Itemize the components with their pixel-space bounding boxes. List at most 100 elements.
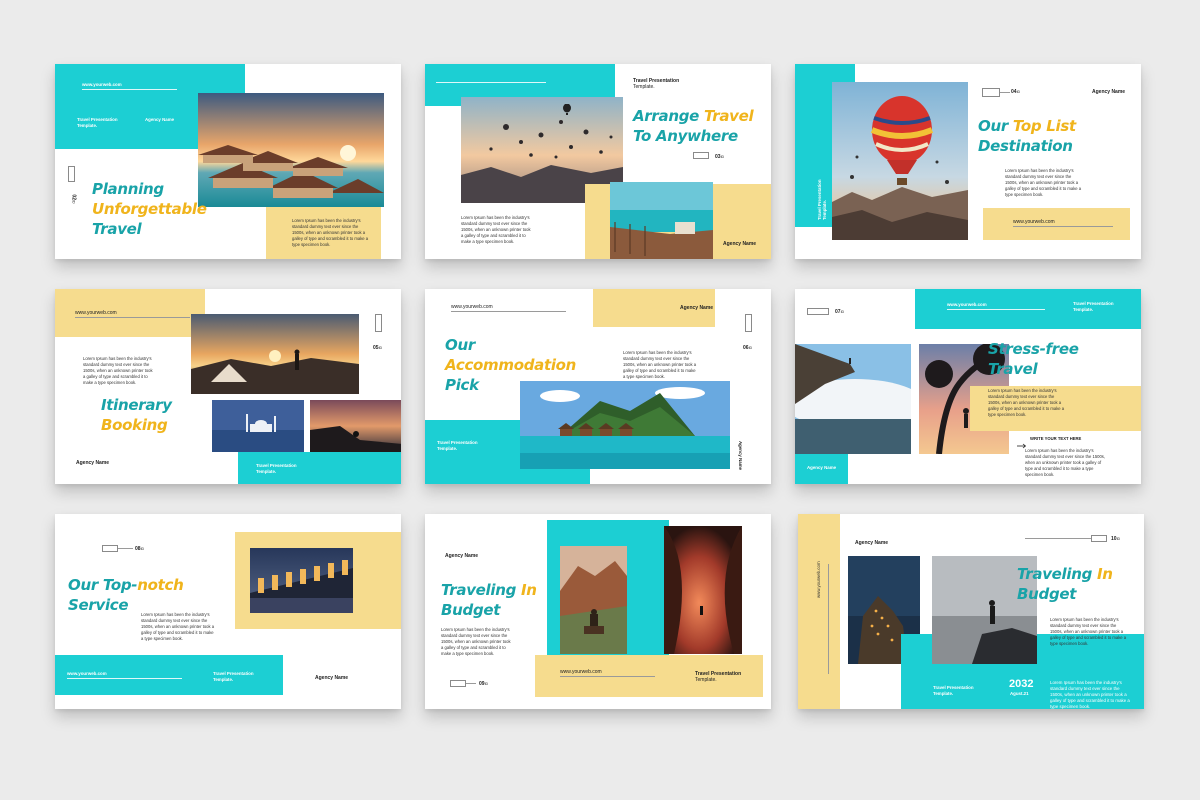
slide-1[interactable]: www.yourweb.com Travel Presentation Templ…	[55, 64, 401, 259]
decor-frame	[102, 545, 118, 552]
template-text: Travel Presentation Template.	[256, 463, 297, 474]
slide-title: Our Top-notch Service	[68, 576, 184, 614]
template-text: Travel Presentation Template.	[933, 685, 974, 696]
divider-line	[436, 82, 546, 83]
slide-title: Arrange Travel To Anywhere	[633, 107, 754, 145]
template-text: Travel Presentation Template.	[695, 671, 742, 683]
website-text: www.yourweb.com	[560, 669, 602, 675]
hot-air-balloon-photo	[832, 82, 968, 240]
decor-frame	[68, 166, 75, 182]
slide-3[interactable]: Travel Presentation Template. 04ID Agency…	[795, 64, 1141, 259]
slide-title: Traveling In Budget	[1017, 565, 1113, 603]
page-number: 07ID	[835, 309, 845, 315]
body-text: Lorem Ipsum has been the industry's stan…	[83, 356, 153, 385]
website-text: www.yourweb.com	[82, 82, 122, 87]
agency-text: Agency Name	[445, 553, 479, 559]
divider-line	[75, 317, 190, 318]
divider-line	[67, 678, 182, 679]
body-text: Lorem Ipsum has been the industry's stan…	[1025, 448, 1106, 477]
agency-text: Agency Name	[680, 305, 714, 311]
page-number: 06ID	[743, 345, 753, 351]
body-text: Lorem Ipsum has been the industry's stan…	[1050, 617, 1127, 646]
divider-line	[82, 89, 177, 90]
balloon-icon	[563, 102, 571, 115]
website-text: www.yourweb.com	[1013, 219, 1055, 225]
body-text: Lorem Ipsum has been the industry's stan…	[988, 388, 1065, 417]
slot-canyon-photo	[664, 526, 742, 654]
template-text: Travel Presentation Template.	[1073, 301, 1114, 312]
slide-6[interactable]: www.yourweb.com Travel Presentation Templ…	[795, 289, 1141, 484]
subhead-text: WRITE YOUR TEXT HERE	[1030, 436, 1082, 441]
slide-title: Itinerary Booking	[101, 396, 172, 434]
body-text: Lorem Ipsum has been the industry's stan…	[141, 612, 215, 641]
divider-line	[451, 311, 566, 312]
template-text: Travel Presentation Template.	[437, 440, 478, 451]
divider-line	[560, 676, 655, 677]
template-text-vertical: Travel Presentation Template.	[817, 179, 827, 220]
slide-title: Planning Unforgettable Travel	[92, 180, 207, 238]
date-text: Agust.21	[1010, 691, 1029, 696]
decor-frame	[982, 88, 1000, 97]
body-text: Lorem Ipsum has been the industry's stan…	[1005, 168, 1082, 197]
body-text: Lorem Ipsum has been the industry's stan…	[292, 218, 369, 247]
website-text-vertical: www.yourweb.com	[816, 561, 821, 598]
arrow-icon	[1017, 436, 1027, 449]
mountain-rider-photo	[560, 546, 627, 654]
agency-text: Agency Name	[145, 117, 175, 122]
slide-8[interactable]: Agency Name Traveling In Budget Lorem Ip…	[425, 514, 771, 709]
decor-frame	[807, 308, 829, 315]
decor-frame	[745, 314, 752, 332]
page-number: 04ID	[1011, 89, 1021, 95]
slide-title: Traveling In Budget	[441, 581, 537, 619]
slide-7[interactable]: 08ID Our Top-notch Service Lorem Ipsum h…	[55, 514, 401, 709]
template-text: Travel Presentation Template.	[77, 117, 118, 128]
ocean-balcony-photo	[610, 182, 713, 259]
vertical-line	[828, 564, 829, 674]
decor-frame	[693, 152, 709, 159]
page-number: 05ID	[373, 345, 383, 351]
template-text: Travel Presentation Template.	[633, 78, 680, 90]
divider-line	[118, 548, 133, 549]
decor-frame	[450, 680, 466, 687]
mosque-water-photo	[212, 400, 304, 452]
yellow-block	[798, 514, 840, 709]
website-text: www.yourweb.com	[67, 671, 107, 676]
agency-text: Agency Name	[855, 540, 889, 546]
tent-sunrise-photo	[191, 314, 359, 394]
body-text: Lorem Ipsum has been the industry's stan…	[461, 215, 531, 244]
overwater-bungalows-photo	[520, 381, 730, 469]
agency-text: Agency Name	[807, 465, 837, 470]
divider-line	[947, 309, 1045, 310]
maldives-sunset-photo	[198, 93, 384, 207]
page-number: 02ID	[70, 194, 77, 204]
slide-4[interactable]: www.yourweb.com 05ID Lorem Ipsum has bee…	[55, 289, 401, 484]
text-box	[983, 208, 1130, 240]
website-text: www.yourweb.com	[451, 304, 493, 310]
agency-text: Agency Name	[723, 241, 757, 247]
mosque-arches-photo	[250, 548, 353, 613]
slide-5[interactable]: www.yourweb.com Agency Name 06ID Our Acc…	[425, 289, 771, 484]
slide-title: Our Top List Destination	[978, 117, 1076, 155]
coast-sunset-photo	[310, 400, 401, 452]
agency-text: Agency Name	[76, 460, 110, 466]
slide-2[interactable]: Travel Presentation Template. Arrange Tra…	[425, 64, 771, 259]
website-text: www.yourweb.com	[75, 310, 117, 316]
page-number: 10ID	[1111, 536, 1121, 542]
agency-text: Agency Name	[315, 675, 349, 681]
website-text: www.yourweb.com	[947, 302, 987, 307]
divider-line	[1000, 92, 1010, 93]
year-text: 2032	[1009, 678, 1034, 690]
decor-frame	[375, 314, 382, 332]
page-number: 09ID	[479, 681, 489, 687]
divider-line	[1013, 226, 1113, 227]
divider-line	[466, 683, 476, 684]
template-text: Travel Presentation Template.	[213, 671, 254, 682]
body-text: Lorem Ipsum has been the industry's stan…	[441, 627, 511, 656]
slide-9[interactable]: www.yourweb.com Agency Name 10ID Traveli…	[798, 514, 1144, 709]
page-number: 03ID	[715, 154, 725, 160]
divider-line	[1025, 538, 1091, 539]
slide-title: Stress-free Travel	[988, 340, 1079, 378]
body-text: Lorem Ipsum has been the industry's stan…	[623, 350, 697, 379]
page-number: 08ID	[135, 546, 145, 552]
agency-text-vertical: Agency Name	[738, 441, 743, 471]
